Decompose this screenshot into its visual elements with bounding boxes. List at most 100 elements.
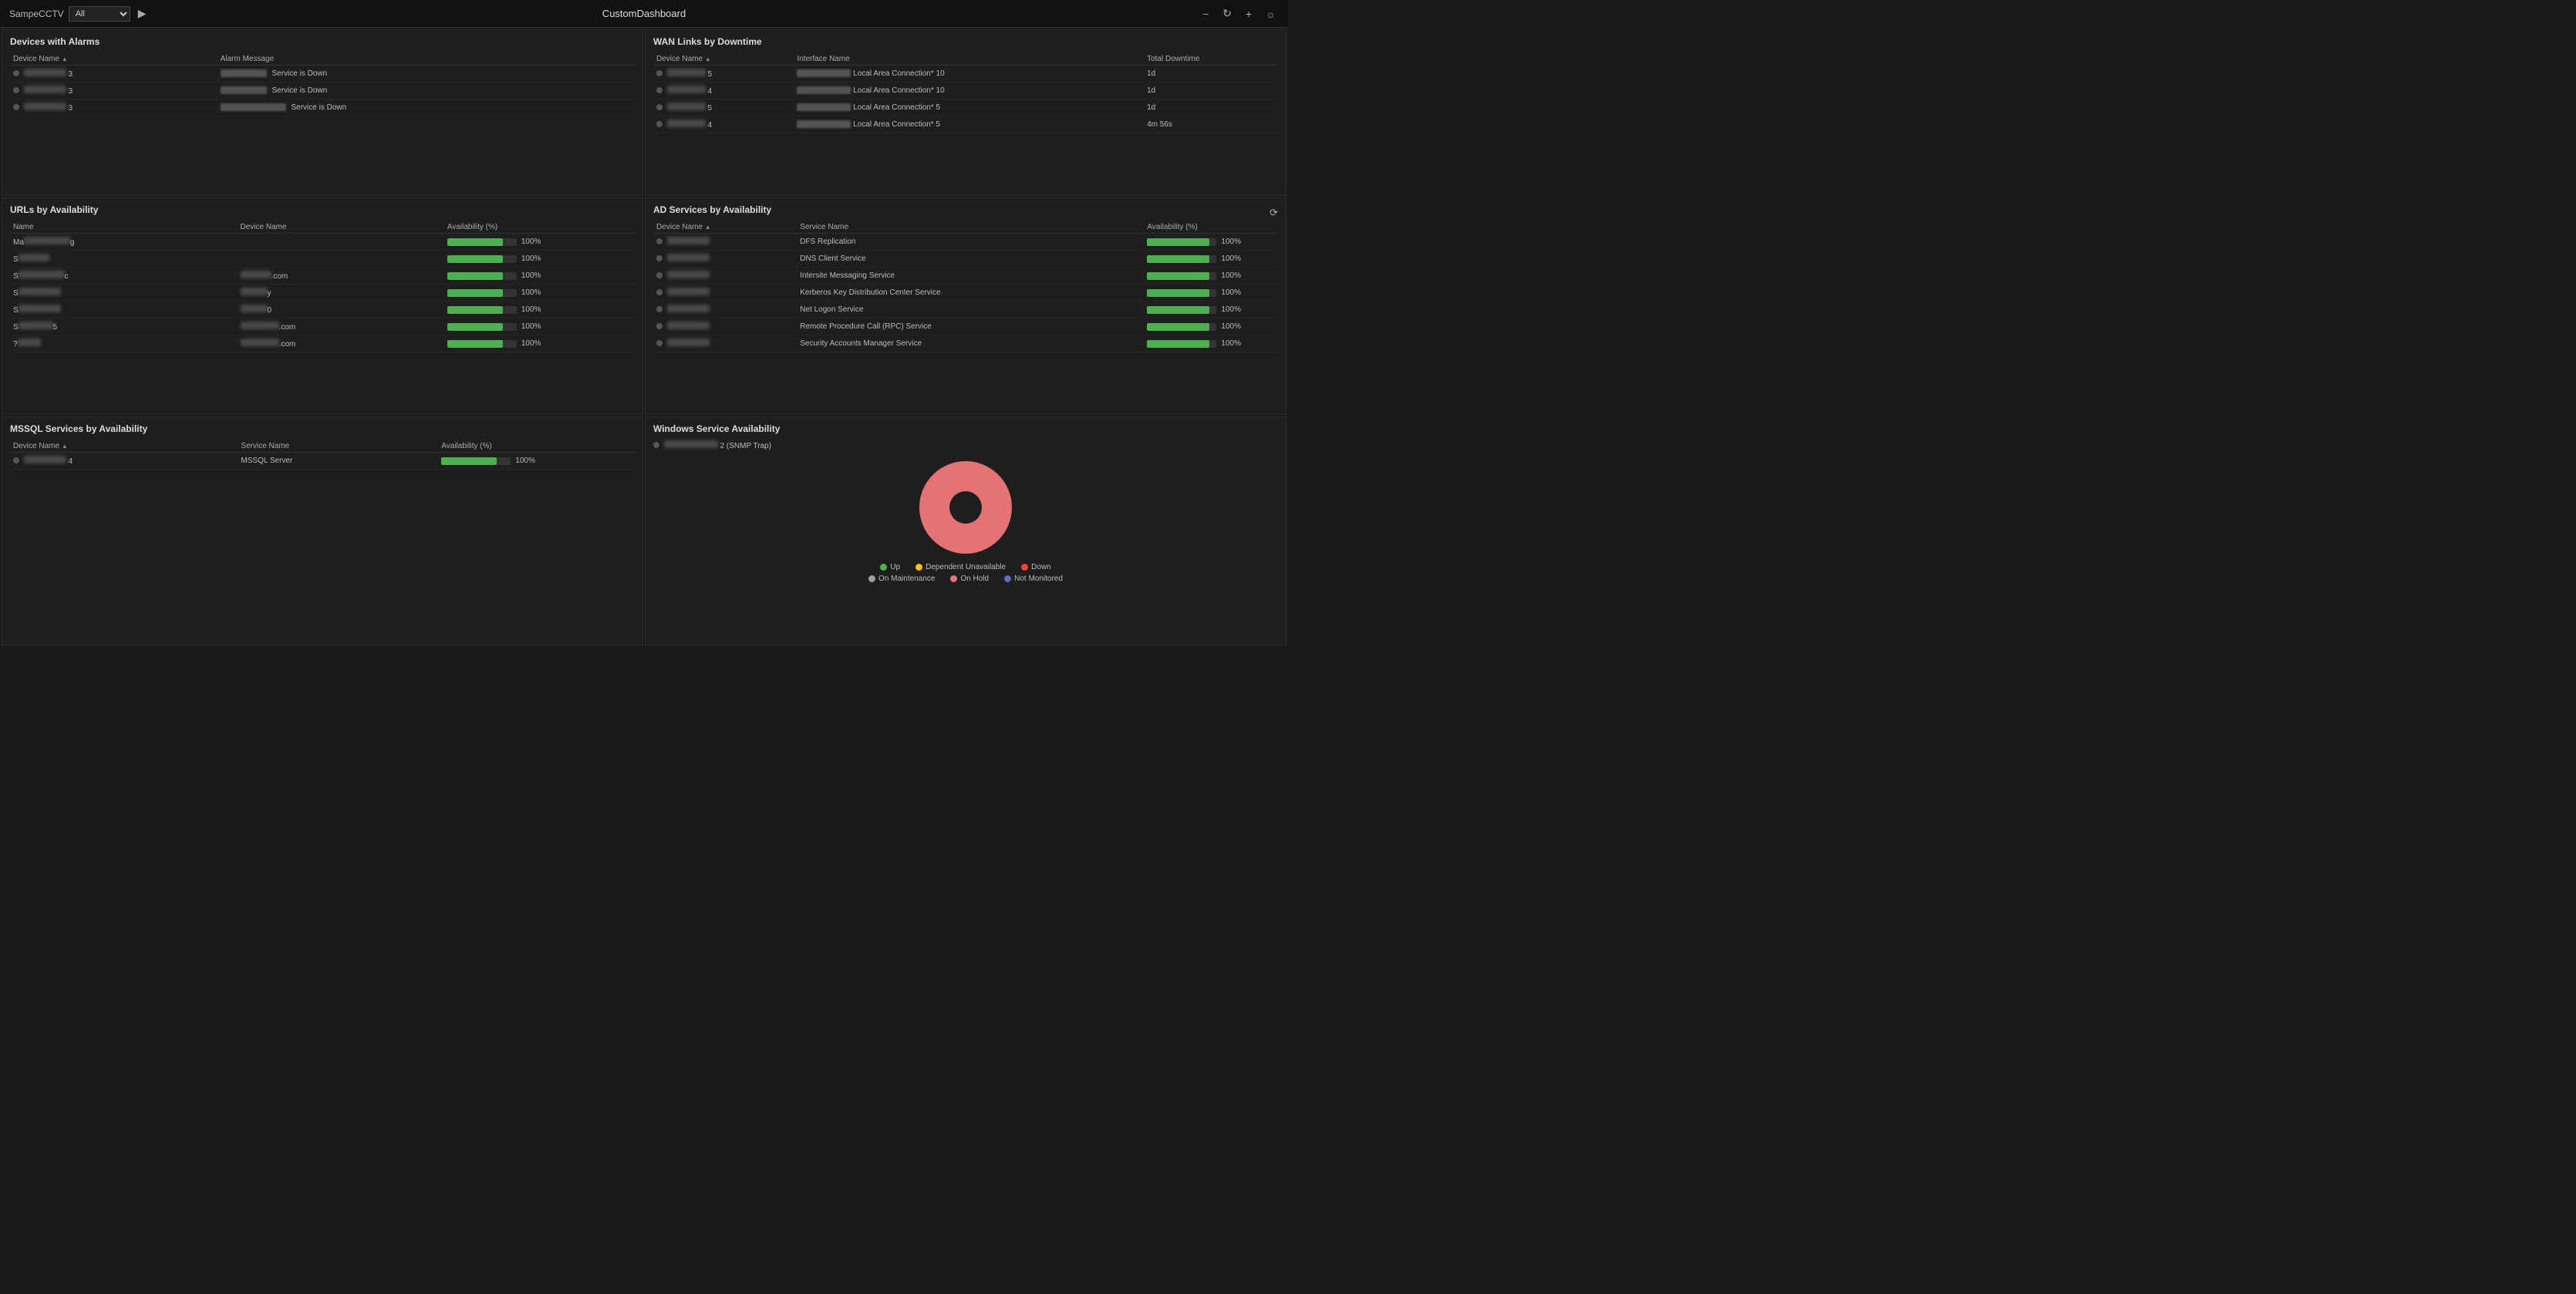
legend-label: Dependent Unavailable	[926, 563, 1006, 571]
url-device-redacted	[241, 288, 268, 295]
ad-progress-fill	[1147, 340, 1209, 348]
table-row: S 0 100%	[10, 302, 635, 318]
url-name-redacted	[24, 237, 70, 244]
ad-device-cell	[653, 234, 797, 251]
ad-device-cell	[653, 318, 797, 335]
url-name-cell: ?	[10, 335, 238, 352]
wan-iface-cell: Local Area Connection* 5	[794, 116, 1144, 133]
table-row: 3 Service is Down	[10, 99, 635, 116]
url-name-redacted	[19, 305, 61, 312]
ad-progress-fill	[1147, 306, 1209, 314]
ad-progress-bg	[1147, 306, 1216, 314]
iface-bar	[797, 69, 851, 77]
col-total-downtime: Total Downtime	[1144, 53, 1278, 66]
legend-row: Up Dependent Unavailable Down	[653, 563, 1278, 571]
url-device-redacted	[241, 271, 271, 278]
col-ad-device: Device Name ▲	[653, 221, 797, 234]
ad-device-dot	[656, 255, 663, 261]
ad-device-redacted	[667, 339, 710, 346]
mssql-table: Device Name ▲ Service Name Availability …	[10, 440, 635, 470]
device-name-redacted	[24, 69, 66, 76]
wan-downtime-cell: 1d	[1144, 66, 1278, 83]
settings-button[interactable]: ☼	[1263, 6, 1279, 22]
ad-device-cell	[653, 285, 797, 302]
legend-dot	[880, 564, 887, 571]
url-name-cell: Sc	[10, 268, 238, 285]
mssql-title: MSSQL Services by Availability	[10, 423, 635, 434]
col-mssql-device: Device Name ▲	[10, 440, 238, 453]
device-name-redacted	[24, 103, 66, 110]
url-name-redacted	[19, 322, 53, 329]
ad-pct-label: 100%	[1221, 339, 1242, 348]
windows-device-redacted	[664, 440, 718, 448]
windows-device-suffix: 2 (SNMP Trap)	[720, 442, 772, 450]
legend-dot	[1004, 575, 1011, 582]
ad-progress-fill	[1147, 289, 1209, 297]
ad-progress-wrap: 100%	[1147, 322, 1275, 331]
wan-device-redacted	[667, 120, 706, 127]
iface-bar	[797, 86, 851, 94]
url-device-cell: .com	[238, 335, 444, 352]
url-name-cell: S	[10, 302, 238, 318]
wan-iface-cell: Local Area Connection* 10	[794, 66, 1144, 83]
urls-availability-panel: URLs by Availability Name Device Name Av…	[2, 197, 643, 415]
ad-pct-label: 100%	[1221, 254, 1242, 263]
table-row: DFS Replication 100%	[653, 234, 1278, 251]
minimize-button[interactable]: −	[1199, 6, 1212, 22]
table-row: Intersite Messaging Service 100%	[653, 268, 1278, 285]
device-dot	[13, 70, 19, 76]
table-row: S5 .com 100%	[10, 318, 635, 335]
col-ad-avail: Availability (%)	[1144, 221, 1278, 234]
device-cell: 3	[10, 99, 217, 116]
table-row: ? .com 100%	[10, 335, 635, 352]
filter-select[interactable]: All	[69, 6, 130, 22]
legend-label: Not Monitored	[1014, 575, 1063, 583]
legend-label: Down	[1031, 563, 1051, 571]
wan-table: Device Name ▲ Interface Name Total Downt…	[653, 53, 1278, 133]
devices-with-alarms-panel: Devices with Alarms Device Name ▲ Alarm …	[2, 29, 643, 196]
url-name-cell: S	[10, 251, 238, 268]
url-device-cell	[238, 234, 444, 251]
url-progress-bg	[447, 289, 517, 297]
table-row: 4 Local Area Connection* 10 1d	[653, 83, 1278, 99]
ad-progress-fill	[1147, 272, 1209, 280]
ad-progress-fill	[1147, 255, 1209, 263]
devices-with-alarms-title: Devices with Alarms	[10, 36, 635, 47]
ad-service-cell: Security Accounts Manager Service	[797, 335, 1144, 352]
alarm-msg: Service is Down	[271, 69, 327, 78]
ad-header-row: AD Services by Availability ⟳	[653, 204, 1278, 221]
url-progress-wrap: 100%	[447, 271, 632, 280]
wan-downtime-cell: 1d	[1144, 83, 1278, 99]
wan-device-redacted	[667, 69, 706, 76]
url-device-redacted	[241, 339, 279, 346]
url-progress-fill	[447, 340, 503, 348]
play-button[interactable]: ▶	[135, 5, 150, 22]
url-avail-cell: 100%	[444, 234, 635, 251]
refresh-button[interactable]: ↻	[1219, 5, 1235, 22]
url-progress-wrap: 100%	[447, 305, 632, 314]
wan-device-redacted	[667, 103, 706, 110]
table-row: Security Accounts Manager Service 100%	[653, 335, 1278, 352]
legend-item: Up	[880, 563, 900, 571]
legend-item: Not Monitored	[1004, 575, 1063, 583]
devices-table: Device Name ▲ Alarm Message 3 Service is…	[10, 53, 635, 116]
ad-refresh-icon[interactable]: ⟳	[1269, 207, 1278, 219]
ad-device-dot	[656, 289, 663, 295]
ad-progress-bg	[1147, 272, 1216, 280]
table-row: Mag 100%	[10, 234, 635, 251]
ad-progress-bg	[1147, 255, 1216, 263]
add-button[interactable]: +	[1242, 6, 1255, 22]
url-avail-cell: 100%	[444, 335, 635, 352]
legend-row-right: On MaintenanceOn HoldNot Monitored	[653, 575, 1278, 583]
url-pct-label: 100%	[521, 322, 543, 331]
url-progress-fill	[447, 272, 503, 280]
legend-item: On Maintenance	[868, 575, 935, 583]
mssql-avail-cell: 100%	[438, 453, 635, 470]
url-pct-label: 100%	[521, 288, 543, 297]
ad-avail-cell: 100%	[1144, 318, 1278, 335]
url-name-cell: S	[10, 285, 238, 302]
mssql-services-panel: MSSQL Services by Availability Device Na…	[2, 416, 643, 645]
alarm-bar	[221, 69, 267, 77]
wan-links-panel: WAN Links by Downtime Device Name ▲ Inte…	[645, 29, 1286, 196]
legend-dot	[915, 564, 922, 571]
